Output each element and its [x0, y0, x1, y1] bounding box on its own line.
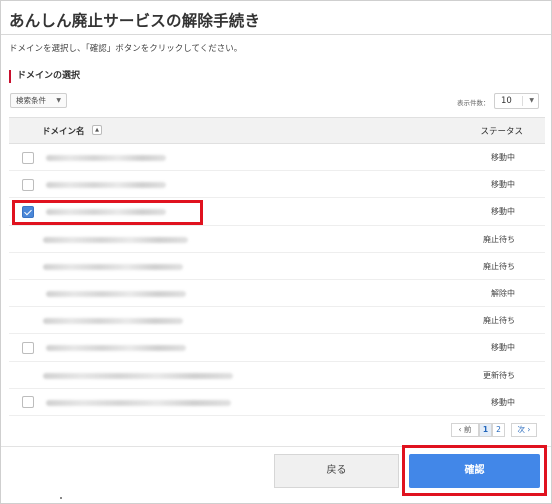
pagination-page-2[interactable]: 2: [492, 423, 505, 437]
row-status: 廃止待ち: [483, 316, 515, 326]
stray-dot: [60, 497, 62, 499]
redacted-domain-name: [43, 263, 183, 270]
filter-dropdown-button[interactable]: 検索条件 ▼: [10, 93, 67, 108]
pagination-next[interactable]: 次 ›: [511, 423, 537, 437]
per-page-label: 表示件数：: [457, 99, 490, 107]
redacted-domain-name: [46, 155, 166, 161]
row-status: 移動中: [491, 343, 515, 353]
instruction-text: ドメインを選択し、「確認」ボタンをクリックしてください。: [9, 44, 243, 54]
table-row[interactable]: 廃止待ち: [9, 253, 545, 280]
row-checkbox[interactable]: [22, 341, 34, 354]
table-row[interactable]: 解除中: [9, 280, 545, 308]
redacted-domain-name: [46, 399, 231, 406]
section-heading: ドメインの選択: [9, 70, 80, 83]
table-row[interactable]: 移動中: [9, 144, 545, 172]
sort-icon[interactable]: ▲: [92, 125, 102, 135]
pagination-page-1[interactable]: 1: [479, 423, 492, 437]
row-status: 移動中: [491, 207, 515, 217]
redacted-domain-name: [43, 372, 233, 379]
redacted-domain-name: [46, 290, 186, 297]
table-row[interactable]: 廃止待ち: [9, 307, 545, 335]
row-status: 移動中: [491, 397, 515, 407]
row-checkbox[interactable]: [22, 396, 34, 409]
select-divider: [522, 96, 523, 106]
back-button[interactable]: 戻る: [274, 454, 399, 488]
redacted-domain-name: [46, 345, 186, 352]
redacted-domain-name: [43, 318, 183, 325]
per-page-value: 10: [501, 96, 512, 106]
row-status: 廃止待ち: [483, 234, 515, 244]
redacted-domain-name: [46, 182, 166, 189]
page-title: あんしん廃止サービスの解除手続き: [9, 12, 261, 30]
table-row[interactable]: 移動中: [9, 334, 545, 362]
table-row[interactable]: 更新待ち: [9, 362, 545, 389]
row-status: 更新待ち: [483, 370, 515, 380]
row-status: 解除中: [491, 288, 515, 298]
row-checkbox[interactable]: [22, 178, 34, 191]
title-divider: [1, 34, 551, 35]
table-row[interactable]: 移動中: [9, 171, 545, 199]
chevron-down-icon: ▼: [529, 97, 534, 104]
selected-row-highlight: [12, 200, 203, 225]
filter-label: 検索条件: [16, 96, 46, 105]
table-header: ドメイン名 ▲ ステータス: [9, 118, 545, 144]
domain-table: ドメイン名 ▲ ステータス 移動中 移動中 移動中 廃止待ち 廃止待ち 解除中 廃止待ち 移動…: [9, 117, 545, 416]
table-row[interactable]: 廃止待ち: [9, 226, 545, 253]
per-page-select[interactable]: 10 ▼: [494, 93, 539, 109]
dialog-frame: あんしん廃止サービスの解除手続き ドメインを選択し、「確認」ボタンをクリックして…: [0, 0, 552, 504]
column-header-status: ステータス: [480, 127, 523, 137]
table-body: 移動中 移動中 移動中 廃止待ち 廃止待ち 解除中 廃止待ち 移動中 更新待ち 移動中: [9, 144, 545, 416]
pagination-prev[interactable]: ‹ 前: [451, 423, 479, 437]
row-checkbox[interactable]: [22, 151, 34, 164]
confirm-button-highlight: [402, 445, 547, 496]
table-row[interactable]: 移動中: [9, 389, 545, 416]
row-status: 廃止待ち: [483, 261, 515, 271]
chevron-down-icon: ▼: [56, 97, 61, 104]
row-status: 移動中: [491, 153, 515, 162]
column-header-domain: ドメイン名: [42, 127, 85, 137]
row-status: 移動中: [491, 180, 515, 190]
redacted-domain-name: [43, 236, 188, 243]
